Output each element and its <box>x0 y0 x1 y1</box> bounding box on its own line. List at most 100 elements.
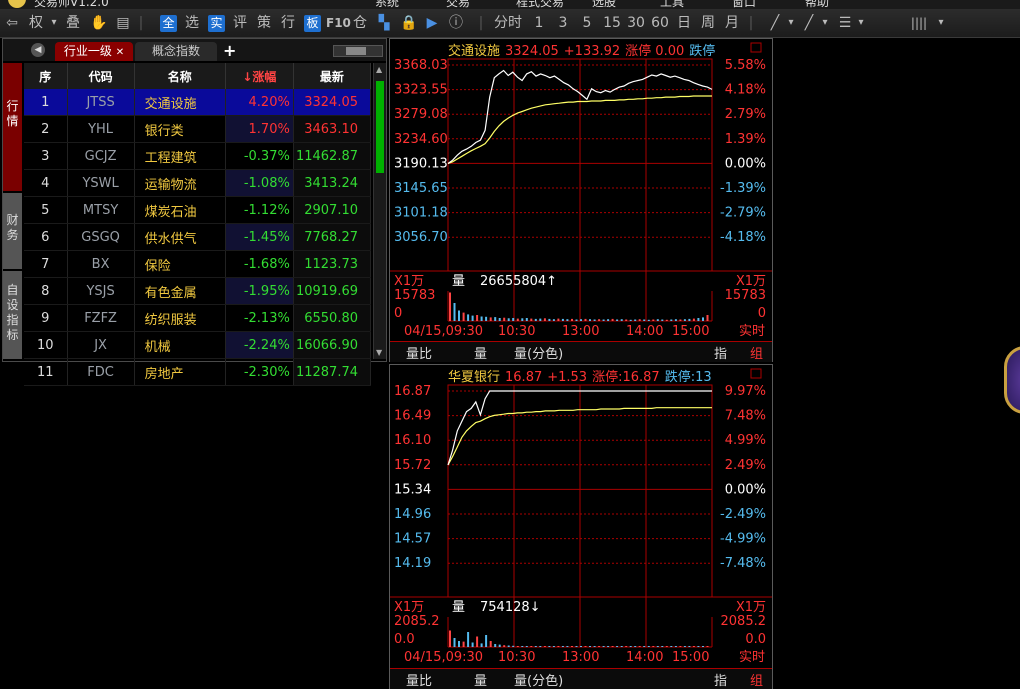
column-header-change-sorted[interactable]: ↓涨幅 <box>225 63 294 89</box>
menu-window[interactable]: 窗口 <box>732 0 756 9</box>
period-15min[interactable]: 15 <box>601 13 623 33</box>
windows-icon[interactable]: ▚ <box>376 13 392 33</box>
table-row[interactable]: 10 JX 机械 -2.24% 16066.90 <box>24 331 372 359</box>
period-day[interactable]: 日 <box>676 13 692 33</box>
period-30min[interactable]: 30 <box>625 13 647 33</box>
trend-line-icon[interactable]: ╱ <box>766 13 784 33</box>
side-tab-custom-indicator[interactable]: 自设指标 <box>3 271 22 359</box>
period-month[interactable]: 月 <box>724 13 740 33</box>
tab-scrollbar[interactable] <box>333 45 383 57</box>
realtime-button[interactable]: 实 <box>208 15 225 32</box>
f10-button[interactable]: F10 <box>326 13 351 33</box>
maximize-icon[interactable] <box>750 368 762 379</box>
table-row[interactable]: 11 FDC 房地产 -2.30% 11287.74 <box>24 358 372 386</box>
tab-industry-level1[interactable]: 行业一级 ✕ <box>55 42 133 61</box>
period-week[interactable]: 周 <box>700 13 716 33</box>
tab-prev-icon[interactable]: ◀ <box>31 43 45 57</box>
scroll-down-icon[interactable]: ▼ <box>376 348 382 357</box>
overlay-button[interactable]: 叠 <box>64 13 82 33</box>
tab-group[interactable]: 组 <box>750 343 763 362</box>
rights-button[interactable]: 权 <box>28 13 44 33</box>
column-header-no[interactable]: 序 <box>24 63 68 89</box>
table-row[interactable]: 7 BX 保险 -1.68% 1123.73 <box>24 250 372 278</box>
volume-bar <box>647 319 650 321</box>
tab-volume-color[interactable]: 量(分色) <box>514 343 563 362</box>
tab-volume-color[interactable]: 量(分色) <box>514 670 563 689</box>
indicator-icon[interactable]: ☰ <box>836 13 854 33</box>
trend-line-dropdown-icon[interactable]: ▾ <box>786 13 796 33</box>
line-tool-icon[interactable]: ╱ <box>800 13 818 33</box>
period-1min[interactable]: 1 <box>532 13 546 33</box>
period-3min[interactable]: 3 <box>556 13 570 33</box>
bars-icon[interactable]: |||| <box>906 13 932 33</box>
tab-indicator[interactable]: 指 <box>714 343 727 362</box>
table-row[interactable]: 4 YSWL 运输物流 -1.08% 3413.24 <box>24 169 372 197</box>
table-row[interactable]: 1 JTSS 交通设施 4.20% 3324.05 <box>24 89 372 116</box>
menu-help[interactable]: 帮助 <box>805 0 829 9</box>
tab-volume[interactable]: 量 <box>474 670 487 689</box>
table-row[interactable]: 9 FZFZ 纺织服装 -2.13% 6550.80 <box>24 304 372 332</box>
scroll-thumb[interactable] <box>376 81 384 173</box>
menu-program-trade[interactable]: 程式交易 <box>516 0 564 9</box>
volume-bar <box>688 646 691 647</box>
table-row[interactable]: 6 GSGQ 供水供气 -1.45% 7768.27 <box>24 223 372 251</box>
menu-stock-picker[interactable]: 选股 <box>592 0 616 9</box>
add-tab-button[interactable]: + <box>223 41 236 60</box>
column-header-name[interactable]: 名称 <box>134 63 226 89</box>
lock-icon[interactable]: 🔒 <box>400 13 417 33</box>
period-60min[interactable]: 60 <box>649 13 671 33</box>
tab-volume[interactable]: 量 <box>474 343 487 362</box>
maximize-icon[interactable] <box>750 42 762 53</box>
volume-bar <box>589 646 591 647</box>
y-tick-right: -4.99% <box>720 532 766 547</box>
volume-bar <box>521 318 524 321</box>
tab-volume-ratio[interactable]: 量比 <box>406 343 432 362</box>
scroll-up-icon[interactable]: ▲ <box>376 65 382 74</box>
full-button[interactable]: 全 <box>160 15 177 32</box>
menu-system[interactable]: 系统 <box>375 0 399 9</box>
volume-value: 26655804↑ <box>480 274 557 289</box>
tab-volume-ratio[interactable]: 量比 <box>406 670 432 689</box>
quote-button[interactable]: 行 <box>280 13 296 33</box>
column-header-code[interactable]: 代码 <box>67 63 135 89</box>
row-no: 9 <box>24 304 68 332</box>
menu-trade[interactable]: 交易 <box>446 0 470 9</box>
back-arrow-icon[interactable]: ⇦ <box>4 13 20 33</box>
tab-indicator[interactable]: 指 <box>714 670 727 689</box>
sector-table-scrollbar[interactable]: ▲ ▼ <box>373 63 386 359</box>
select-button[interactable]: 选 <box>184 13 200 33</box>
intraday-chart-stock[interactable]: 华夏银行 16.87 +1.53 涨停:16.87 跌停:13 16.87 16.49 16.… <box>389 364 773 689</box>
table-row[interactable]: 2 YHL 银行类 1.70% 3463.10 <box>24 115 372 143</box>
row-last: 3324.05 <box>293 89 372 116</box>
tab-concept-index[interactable]: 概念指数 <box>135 42 217 61</box>
position-button[interactable]: 仓 <box>352 13 368 33</box>
floating-assistant-button[interactable] <box>1004 346 1020 414</box>
side-tab-quotes[interactable]: 行情 <box>3 63 22 191</box>
period-5min[interactable]: 5 <box>580 13 594 33</box>
line-tool-dropdown-icon[interactable]: ▾ <box>820 13 830 33</box>
alert-icon[interactable]: ⓘ <box>448 13 464 33</box>
layout-icon[interactable]: ▤ <box>114 13 132 33</box>
hand-icon[interactable]: ✋ <box>90 13 108 33</box>
column-header-last[interactable]: 最新 <box>293 63 372 89</box>
sector-button[interactable]: 板 <box>304 15 321 32</box>
volume-bar <box>706 646 709 647</box>
side-tab-finance[interactable]: 财务 <box>3 193 22 269</box>
table-row[interactable]: 3 GCJZ 工程建筑 -0.37% 11462.87 <box>24 142 372 170</box>
table-row[interactable]: 8 YSJS 有色金属 -1.95% 10919.69 <box>24 277 372 305</box>
table-row[interactable]: 5 MTSY 煤炭石油 -1.12% 2907.10 <box>24 196 372 224</box>
indicator-dropdown-icon[interactable]: ▾ <box>856 13 866 33</box>
menu-tools[interactable]: 工具 <box>660 0 684 9</box>
volume-bar <box>674 646 677 647</box>
period-intraday[interactable]: 分时 <box>492 13 524 33</box>
bars-dropdown-icon[interactable]: ▾ <box>936 13 946 33</box>
review-button[interactable]: 评 <box>232 13 248 33</box>
close-icon[interactable]: ✕ <box>116 47 124 58</box>
tab-group[interactable]: 组 <box>750 670 763 689</box>
rights-dropdown-icon[interactable]: ▾ <box>48 13 60 33</box>
volume-bar <box>629 319 632 321</box>
play-icon[interactable]: ▶ <box>424 13 440 33</box>
strategy-button[interactable]: 策 <box>256 13 272 33</box>
intraday-chart-sector[interactable]: 交通设施 3324.05 +133.92 涨停 0.00 跌停 3368.03 3323.5… <box>389 38 773 362</box>
volume-bar <box>598 646 601 647</box>
